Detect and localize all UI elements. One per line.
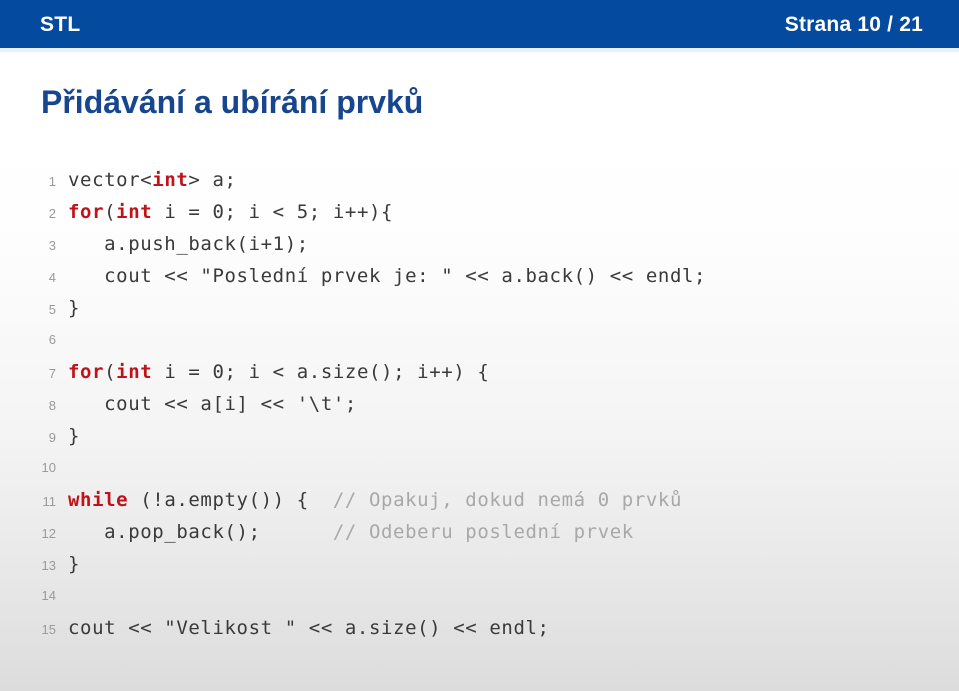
code-line-text: cout << "Poslední prvek je: " << a.back(… — [68, 260, 706, 292]
code-line-text: for(int i = 0; i < 5; i++){ — [68, 196, 393, 228]
code-line: 1 vector<int> a; — [0, 164, 959, 196]
code-line-number: 4 — [48, 270, 56, 285]
code-line-number: 6 — [48, 332, 56, 347]
code-comment: // Odeberu poslední prvek — [332, 521, 634, 543]
code-line: 14 — [0, 580, 959, 612]
code-line: 7 for(int i = 0; i < a.size(); i++) { — [0, 356, 959, 388]
code-line-text: a.pop_back(); // Odeberu poslední prvek — [68, 516, 634, 548]
code-line: 10 — [0, 452, 959, 484]
code-plain: cout << "Velikost " << a.size() << endl; — [68, 617, 550, 639]
code-plain: a.push_back(i+1); — [68, 233, 309, 255]
code-plain: i = 0; i < 5; i++){ — [152, 201, 394, 223]
code-line-text: cout << "Velikost " << a.size() << endl; — [68, 612, 550, 644]
code-comment: // Opakuj, dokud nemá 0 prvků — [332, 489, 683, 511]
code-line-number: 9 — [48, 430, 56, 445]
slide-root: STL Strana 10 / 21 Přidávání a ubírání p… — [0, 0, 959, 691]
code-line: 15 cout << "Velikost " << a.size() << end… — [0, 612, 959, 644]
page-title: Přidávání a ubírání prvků — [41, 84, 424, 120]
code-line-text: } — [68, 548, 80, 580]
code-plain: ( — [104, 201, 117, 223]
code-line: 12 a.pop_back(); // Odeberu poslední prv… — [0, 516, 959, 548]
code-line-number: 2 — [48, 206, 56, 221]
code-line: 11 while (!a.empty()) { // Opakuj, dokud … — [0, 484, 959, 516]
page-indicator: Strana 10 / 21 — [784, 12, 923, 36]
code-line: 9} — [0, 420, 959, 452]
code-line-text: cout << a[i] << '\t'; — [68, 388, 357, 420]
header-underline — [0, 48, 959, 52]
code-line: 6 — [0, 324, 959, 356]
header-title: STL — [40, 12, 81, 36]
slide-header-bar: STL Strana 10 / 21 — [0, 0, 959, 48]
code-keyword: int — [152, 169, 189, 191]
code-plain: i = 0; i < a.size(); i++) { — [152, 361, 490, 383]
code-line-text: } — [68, 292, 80, 324]
code-plain: vector< — [68, 169, 153, 191]
code-line: 3 a.push_back(i+1); — [0, 228, 959, 260]
code-line: 8 cout << a[i] << '\t'; — [0, 388, 959, 420]
code-line-number: 12 — [41, 526, 56, 541]
code-line-number: 1 — [48, 174, 56, 189]
code-line: 4 cout << "Poslední prvek je: " << a.bac… — [0, 260, 959, 292]
code-keyword: int — [116, 361, 153, 383]
code-line-text: a.push_back(i+1); — [68, 228, 309, 260]
code-keyword: for — [68, 201, 105, 223]
code-line-number: 14 — [41, 588, 56, 603]
code-plain: } — [68, 553, 81, 575]
code-line: 13} — [0, 548, 959, 580]
code-plain: cout << "Poslední prvek je: " << a.back(… — [68, 265, 707, 287]
code-line-number: 11 — [42, 494, 57, 509]
code-plain: > a; — [188, 169, 237, 191]
code-block: 1 vector<int> a; 2 for(int i = 0; i < 5; i+… — [0, 152, 959, 691]
code-line-text: for(int i = 0; i < a.size(); i++) { — [68, 356, 489, 388]
code-line-number: 13 — [41, 558, 56, 573]
code-line-number: 7 — [48, 366, 56, 381]
code-line-number: 8 — [48, 398, 56, 413]
code-line-text: } — [68, 420, 80, 452]
code-keyword: for — [68, 361, 105, 383]
code-plain: a.pop_back(); — [68, 521, 333, 543]
code-plain: ( — [104, 361, 117, 383]
code-plain: } — [68, 297, 81, 319]
code-line: 2 for(int i = 0; i < 5; i++){ — [0, 196, 959, 228]
code-plain: (!a.empty()) { — [128, 489, 333, 511]
code-line-number: 15 — [41, 622, 56, 637]
code-keyword: while — [68, 489, 129, 511]
code-line-number: 10 — [41, 460, 56, 475]
code-plain: } — [68, 425, 81, 447]
code-line-number: 3 — [48, 238, 56, 253]
code-line-text: vector<int> a; — [68, 164, 237, 196]
code-plain: cout << a[i] << '\t'; — [68, 393, 357, 415]
code-line-number: 5 — [48, 302, 56, 317]
code-keyword: int — [116, 201, 153, 223]
code-line-text: while (!a.empty()) { // Opakuj, dokud ne… — [68, 484, 682, 516]
code-line: 5} — [0, 292, 959, 324]
